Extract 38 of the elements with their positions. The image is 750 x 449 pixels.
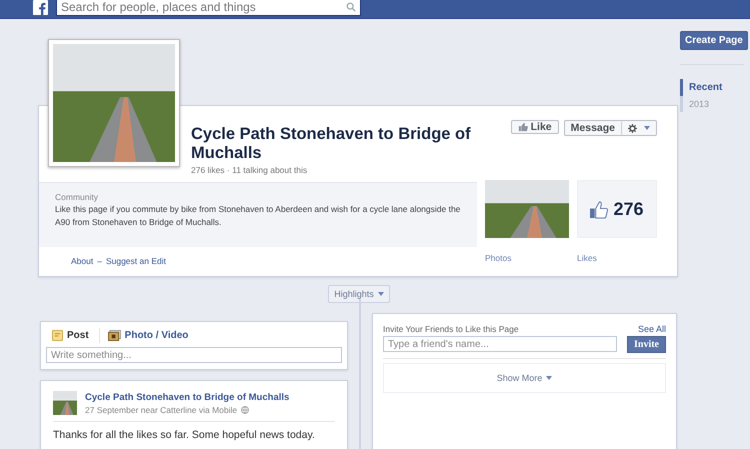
composer-tab[interactable]: Photo / Video	[98, 328, 188, 343]
page-title: Cycle Path Stonehaven to Bridge of Muchalls	[191, 125, 472, 163]
caret-icon	[546, 376, 552, 380]
note-icon	[52, 330, 63, 341]
search-field[interactable]: Search for people, places and things	[56, 0, 361, 16]
page-category: Community	[55, 192, 99, 202]
like-button[interactable]: Like	[510, 120, 559, 134]
about-link[interactable]: About	[71, 256, 94, 266]
status-input-field[interactable]: Write something...	[46, 347, 342, 363]
likes-link[interactable]: Likes	[577, 247, 657, 276]
show-more-button[interactable]: Show More	[383, 363, 666, 393]
composer-tab[interactable]: Post	[52, 328, 89, 343]
page-stats: 276 likes · 11 talking about this	[191, 165, 308, 175]
timeline-year-link[interactable]: Recent	[680, 79, 744, 96]
post-meta: 27 September near Catterline via Mobile	[85, 405, 238, 415]
link-separator: –	[97, 256, 102, 266]
photos-link[interactable]: Photos	[485, 247, 569, 276]
highlights-dropdown[interactable]: Highlights	[328, 285, 390, 303]
caret-icon	[644, 126, 650, 130]
invite-title: Invite Your Friends to Like this Page	[383, 324, 519, 334]
caret-icon	[378, 292, 384, 296]
thumbs-up-icon	[590, 200, 610, 218]
settings-icon	[628, 124, 637, 132]
friend-name-field[interactable]: Type a friend's name...	[383, 336, 617, 352]
see-all-link[interactable]: See All	[638, 324, 666, 334]
search-icon	[346, 2, 356, 12]
about-text: Like this page if you commute by bike from Stonehaven to Aberdeen and wish for a cycle lane alongside the A90 from Stonehaven to Bridge of Muchalls.	[55, 203, 461, 229]
post-text: Thanks for all the likes so far. Some hopeful news today.	[53, 429, 316, 441]
suggest-edit-link[interactable]: Suggest an Edit	[106, 256, 166, 266]
post-author-link[interactable]: Cycle Path Stonehaven to Bridge of Muchalls	[85, 392, 290, 403]
thumbs-up-icon	[518, 122, 528, 132]
create-page-button[interactable]: Create Page	[680, 31, 748, 50]
photo-icon	[108, 330, 121, 341]
globe-icon	[241, 406, 250, 414]
likes-count: 276	[613, 198, 644, 220]
likes-tile[interactable]: 276	[577, 180, 657, 238]
invite-button[interactable]: Invite	[627, 336, 666, 353]
avatar-photo-placeholder	[53, 391, 77, 415]
